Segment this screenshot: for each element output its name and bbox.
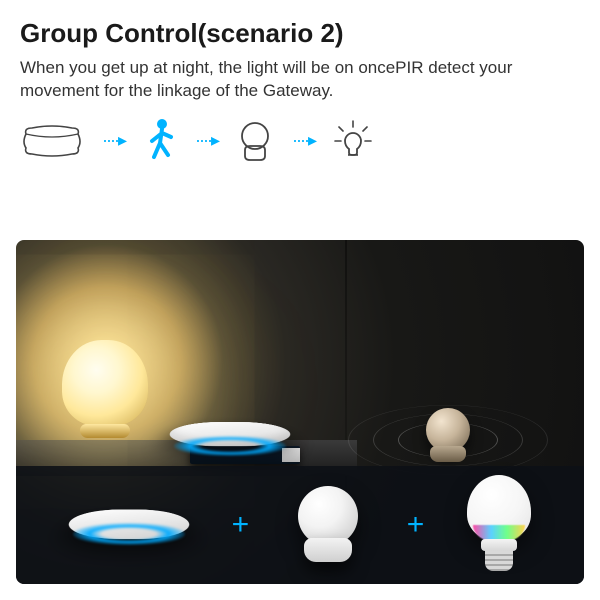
gateway-icon — [65, 485, 193, 565]
scenario-description: When you get up at night, the light will… — [0, 57, 600, 117]
pir-sensor-product-icon — [288, 480, 368, 570]
smart-bulb-icon — [463, 475, 535, 575]
scene-photo: + + — [16, 240, 584, 584]
pir-sensor-icon — [236, 120, 274, 162]
page-title: Group Control(scenario 2) — [20, 18, 580, 49]
table-lamp-base — [80, 424, 130, 438]
pillow-icon — [20, 122, 84, 160]
flow-arrow-icon: ····▸ — [195, 130, 218, 151]
plus-icon: + — [232, 508, 250, 542]
flow-diagram: ····▸ ····▸ ····▸ — [0, 117, 600, 183]
person-walking-icon — [143, 117, 177, 165]
gateway-device-scene — [170, 412, 290, 462]
flow-arrow-icon: ····▸ — [102, 130, 125, 151]
table-lamp — [62, 340, 148, 426]
flow-arrow-icon: ····▸ — [292, 130, 315, 151]
light-bulb-icon — [333, 119, 373, 163]
product-strip: + + — [16, 466, 584, 584]
plus-icon: + — [407, 508, 425, 542]
